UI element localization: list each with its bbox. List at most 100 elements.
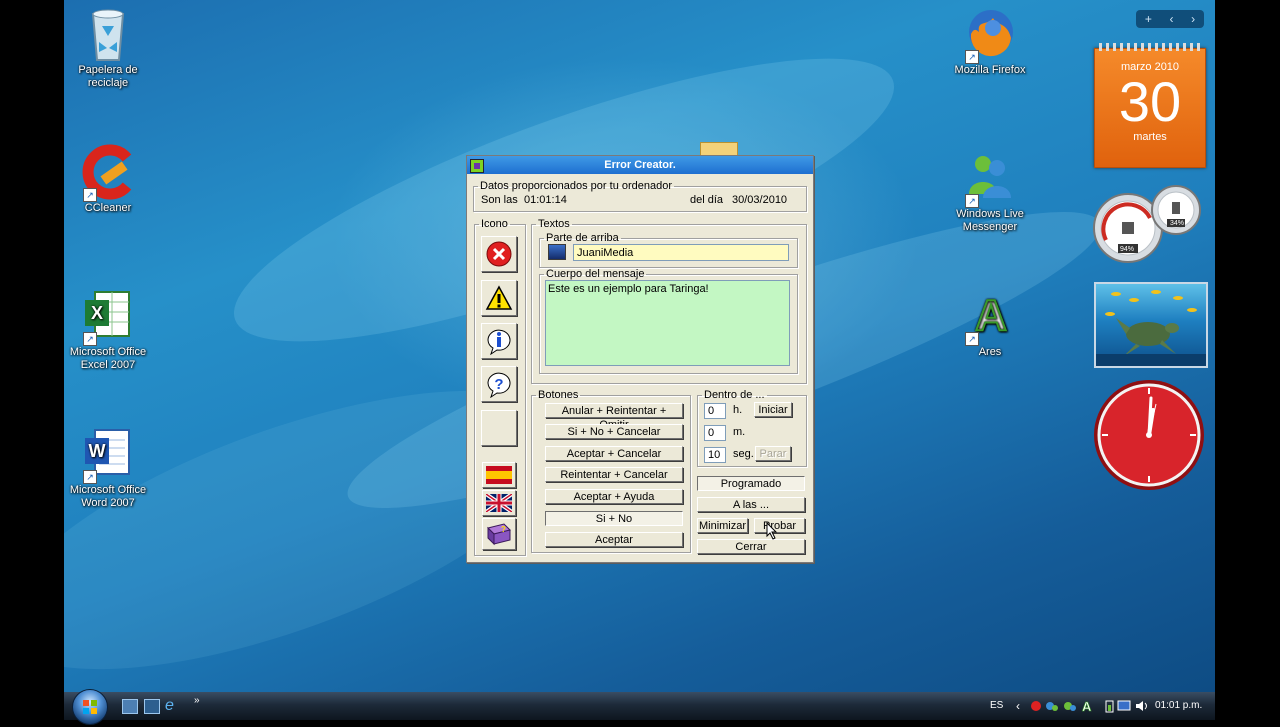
top-text-legend: Parte de arriba — [546, 232, 619, 244]
svg-text:?: ? — [501, 525, 506, 534]
svg-text:A: A — [1082, 699, 1092, 713]
icono-legend: Icono — [481, 218, 508, 230]
cpu-meter-gadget[interactable]: 94% 34% — [1092, 182, 1206, 266]
button-option-yes-no[interactable]: Si + No — [545, 511, 683, 526]
desktop-icon-label: Windows Live Messenger — [956, 208, 1024, 233]
time-label: Son las — [481, 194, 518, 206]
language-indicator[interactable]: ES — [990, 692, 1003, 720]
taskbar-clock[interactable]: 01:01 p.m. — [1155, 692, 1202, 720]
desktop-icon-label: Microsoft Office Excel 2007 — [69, 346, 147, 371]
system-tray-icons[interactable] — [1104, 699, 1152, 713]
date-value: 30/03/2010 — [732, 194, 788, 206]
button-option-ok[interactable]: Aceptar — [545, 532, 683, 547]
windows-logo-icon — [83, 700, 97, 714]
svg-text:A: A — [975, 291, 1007, 340]
right-letterbox — [1216, 0, 1280, 720]
calendar-gadget[interactable]: marzo 2010 30 martes — [1094, 43, 1206, 168]
cpu-usage: 94% — [1120, 246, 1135, 253]
tray-expand-icon[interactable]: ‹ — [1016, 692, 1020, 720]
hours-unit: h. — [733, 404, 743, 416]
datos-legend: Datos proporcionados por tu ordenador — [480, 180, 673, 192]
scheduled-button[interactable]: Programado — [697, 476, 805, 491]
time-value: 01:01:14 — [524, 194, 567, 206]
clock-gadget[interactable] — [1092, 378, 1206, 492]
error-icon — [486, 241, 512, 267]
info-icon-button[interactable] — [481, 323, 517, 359]
uk-flag-icon — [486, 494, 512, 512]
desktop-icon-ccleaner[interactable]: ↗ CCleaner — [58, 142, 158, 215]
firefox-icon: ↗ — [963, 4, 1017, 64]
warning-icon — [485, 285, 513, 310]
minutes-unit: m. — [733, 426, 746, 438]
desktop-icon-label: Ares — [978, 346, 1002, 358]
stop-button[interactable]: Parar — [755, 446, 791, 461]
window-preview-icon — [548, 244, 566, 260]
next-gadget-button[interactable]: › — [1191, 12, 1195, 26]
desktop-icon-recycle-bin[interactable]: Papelera de reciclaje — [58, 4, 158, 90]
hours-input[interactable] — [704, 403, 726, 419]
seconds-input[interactable] — [704, 447, 726, 463]
help-book-button[interactable]: ? — [482, 518, 516, 550]
minimize-button[interactable]: Minimizar — [697, 518, 748, 533]
desktop-icon-label: Microsoft Office Word 2007 — [69, 484, 147, 509]
button-option-ok-cancel[interactable]: Aceptar + Cancelar — [545, 446, 683, 461]
top-text-input[interactable] — [573, 244, 789, 261]
messenger-icon: ↗ — [963, 148, 1017, 208]
english-language-button[interactable] — [482, 490, 516, 516]
ram-usage: 34% — [1170, 220, 1185, 227]
desktop-icon-label: Papelera de reciclaje — [78, 64, 138, 89]
show-desktop-icon[interactable] — [122, 699, 138, 714]
seconds-unit: seg. — [733, 448, 754, 460]
button-option-ok-help[interactable]: Aceptar + Ayuda — [545, 489, 683, 504]
recycle-bin-icon — [81, 4, 135, 62]
date-label: del día — [690, 194, 724, 206]
desktop-icon-word[interactable]: W ↗ Microsoft Office Word 2007 — [58, 424, 158, 510]
internet-explorer-icon[interactable]: e — [165, 698, 179, 714]
spanish-language-button[interactable] — [482, 462, 516, 488]
ares-icon: A ↗ — [963, 286, 1017, 346]
desktop-icon-excel[interactable]: X ↗ Microsoft Office Excel 2007 — [58, 286, 158, 372]
sidebar-toolbar: + ‹ › — [1136, 10, 1204, 28]
textos-legend: Textos — [538, 218, 570, 230]
previous-gadget-button[interactable]: ‹ — [1170, 12, 1174, 26]
timer-legend: Dentro de ... — [704, 389, 765, 401]
quick-launch-more[interactable]: » — [194, 692, 200, 720]
desktop-icon-ares[interactable]: A ↗ Ares — [940, 286, 1040, 359]
notification-icons[interactable]: A — [1030, 699, 1098, 713]
calendar-weekday: martes — [1133, 131, 1167, 143]
svg-text:W: W — [89, 441, 106, 461]
mouse-cursor-icon — [766, 522, 778, 540]
warning-icon-button[interactable] — [481, 280, 517, 316]
button-option-retry-cancel[interactable]: Reintentar + Cancelar — [545, 467, 683, 482]
switch-windows-icon[interactable] — [144, 699, 160, 714]
desktop-icon-firefox[interactable]: ↗ Mozilla Firefox — [940, 4, 1040, 77]
desktop-icon-messenger[interactable]: ↗ Windows Live Messenger — [940, 148, 1040, 234]
test-button[interactable]: Probar — [754, 518, 805, 533]
left-letterbox — [0, 0, 64, 720]
minutes-input[interactable] — [704, 425, 726, 441]
word-icon: W ↗ — [81, 424, 135, 484]
desktop-icon-label: CCleaner — [84, 202, 132, 214]
slideshow-gadget[interactable] — [1094, 282, 1208, 368]
question-icon-button[interactable]: ? — [481, 366, 517, 402]
no-icon-button[interactable] — [481, 410, 517, 446]
start-button[interactable]: Iniciar — [754, 402, 792, 417]
spain-flag-icon — [486, 466, 512, 484]
at-time-button[interactable]: A las ... — [697, 497, 805, 512]
message-body-legend: Cuerpo del mensaje — [546, 268, 645, 280]
calendar-day: 30 — [1118, 70, 1182, 133]
help-book-icon: ? — [487, 523, 511, 546]
title-bar[interactable]: Error Creator. — [467, 156, 813, 174]
error-icon-button[interactable] — [481, 236, 517, 272]
svg-text:?: ? — [494, 376, 503, 393]
message-body-textarea[interactable] — [545, 280, 790, 366]
ccleaner-icon: ↗ — [81, 142, 135, 202]
add-gadget-button[interactable]: + — [1145, 12, 1152, 26]
button-option-yes-no-cancel[interactable]: Si + No + Cancelar — [545, 424, 683, 439]
question-icon: ? — [487, 372, 511, 398]
info-icon — [487, 329, 511, 355]
button-option-abort-retry-ignore[interactable]: Anular + Reintentar + Omitir — [545, 403, 683, 431]
close-button[interactable]: Cerrar — [697, 539, 805, 554]
svg-text:X: X — [91, 303, 103, 323]
app-icon[interactable] — [470, 159, 484, 173]
